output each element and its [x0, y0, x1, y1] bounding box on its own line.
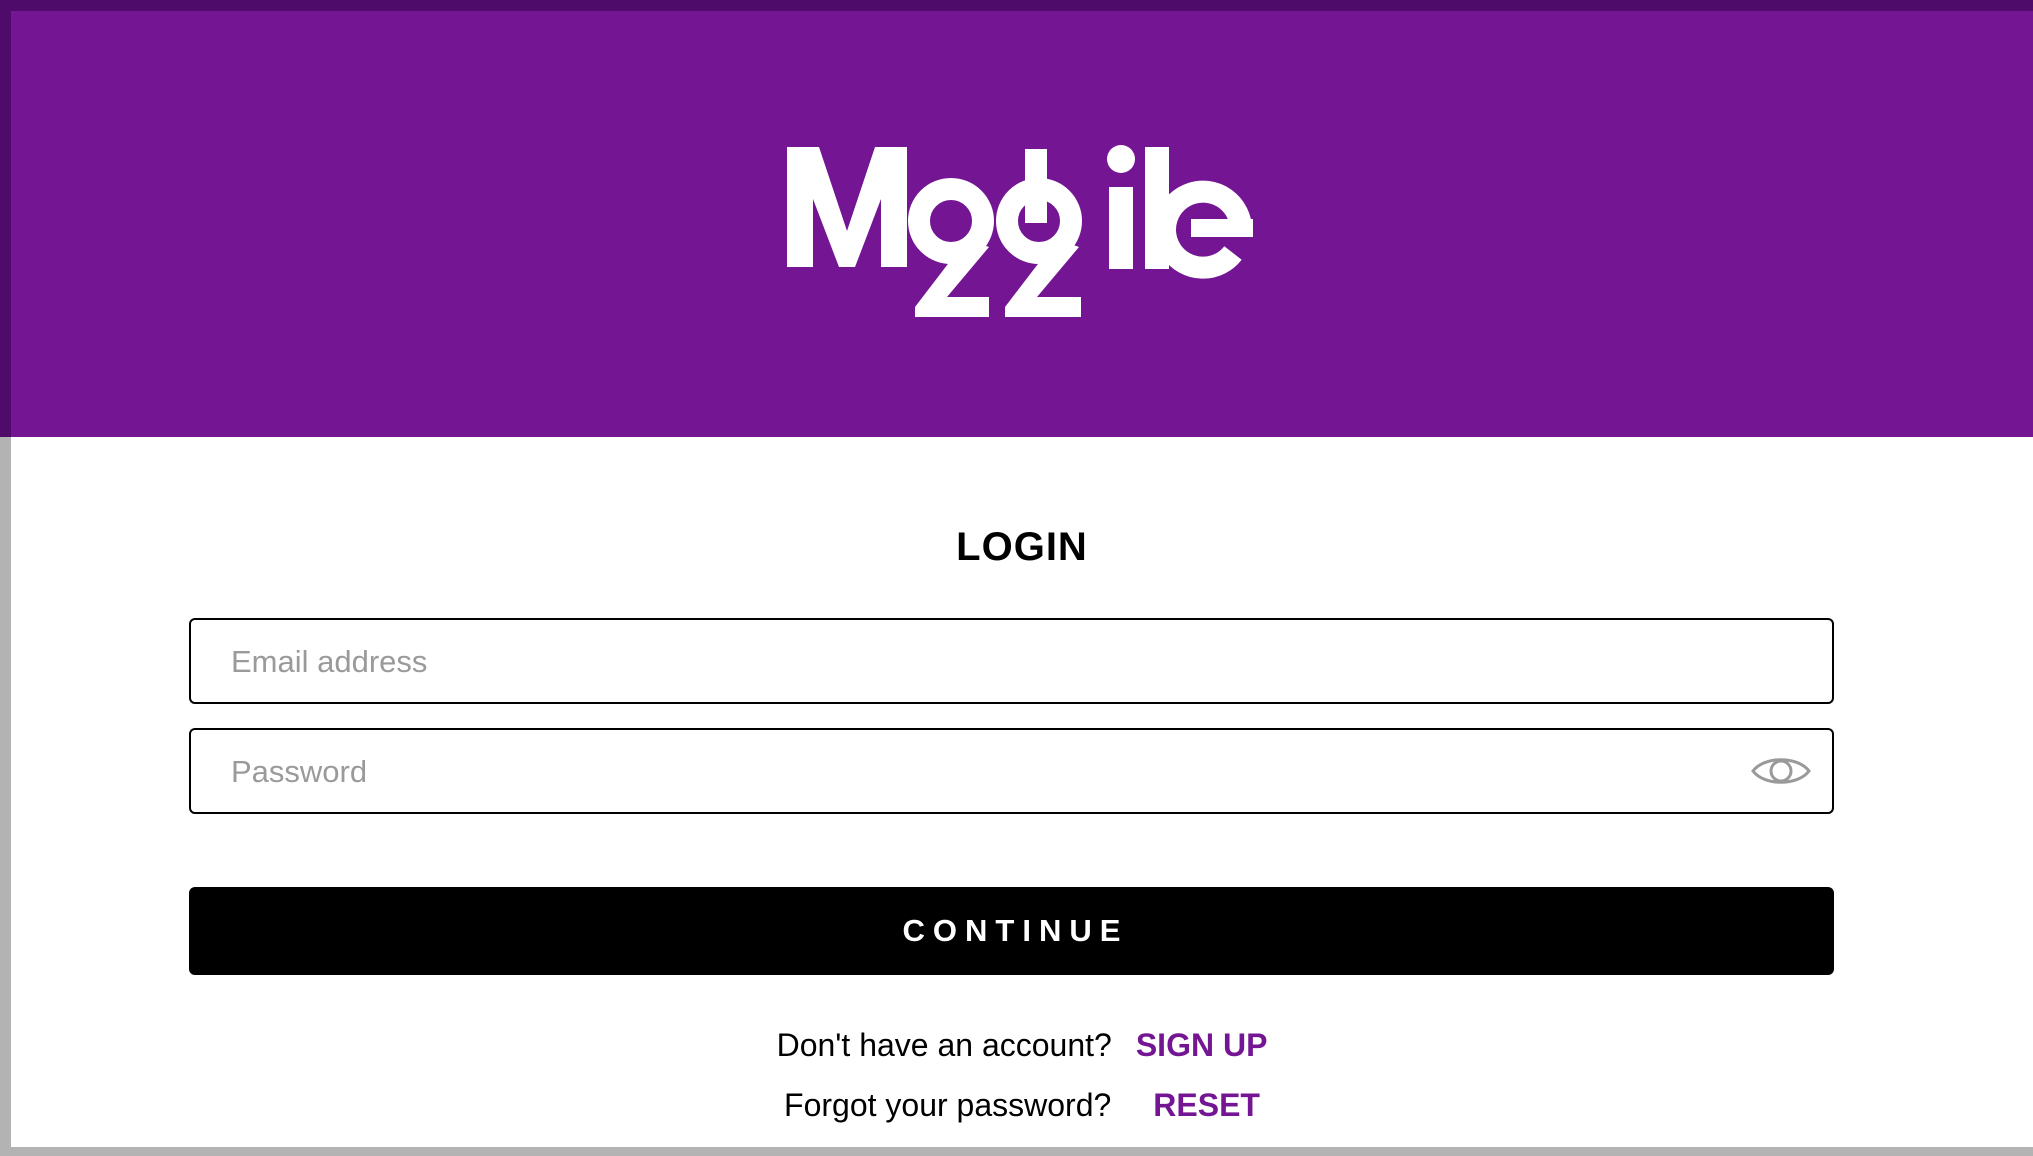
reset-prompt: Forgot your password? — [784, 1087, 1112, 1123]
eye-icon[interactable] — [1750, 750, 1812, 792]
login-heading: LOGIN — [956, 525, 1088, 569]
reset-row: Forgot your password? RESET — [11, 1087, 2033, 1124]
password-field[interactable] — [189, 728, 1834, 814]
mobile22-logo — [787, 145, 1253, 317]
email-input[interactable] — [229, 620, 1733, 704]
window-top-border — [0, 0, 2033, 11]
login-screen: LOGIN CONTINUE Don't have an account? SIG… — [11, 11, 2033, 1147]
email-field[interactable] — [189, 618, 1834, 704]
signup-prompt: Don't have an account? — [776, 1027, 1112, 1063]
brand-header — [11, 11, 2033, 437]
password-input[interactable] — [229, 730, 1733, 814]
reset-link[interactable]: RESET — [1153, 1087, 1260, 1123]
signup-row: Don't have an account? SIGN UP — [11, 1027, 2033, 1064]
continue-button[interactable]: CONTINUE — [189, 887, 1834, 975]
window-left-border — [0, 0, 11, 437]
signup-link[interactable]: SIGN UP — [1136, 1027, 1268, 1063]
